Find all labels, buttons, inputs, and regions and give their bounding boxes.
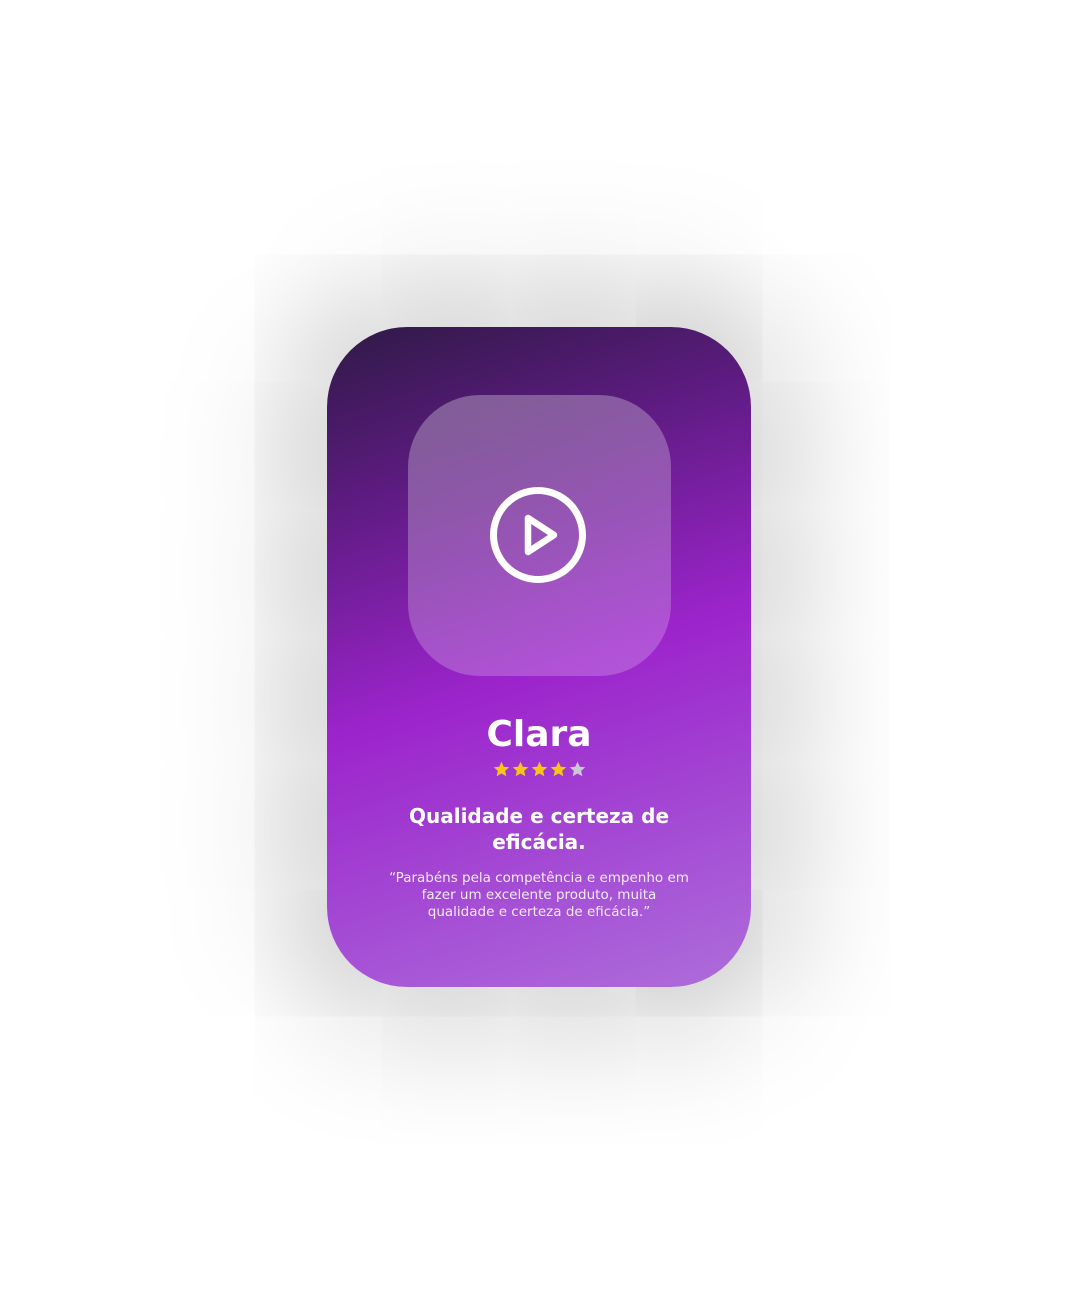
star-filled-icon xyxy=(512,761,528,777)
star-rating xyxy=(327,760,751,779)
testimonial-headline: Qualidade e certeza de eficácia. xyxy=(408,804,670,854)
testimonial-card: Clara Qualidade e certeza de eficácia. “… xyxy=(327,327,751,987)
star-empty-icon xyxy=(569,761,585,777)
testimonial-quote: “Parabéns pela competência e empenho em … xyxy=(389,870,689,920)
reviewer-name: Clara xyxy=(486,714,592,755)
star-filled-icon xyxy=(531,761,547,777)
video-thumbnail[interactable] xyxy=(408,395,671,676)
star-filled-icon xyxy=(493,761,509,777)
star-filled-icon xyxy=(550,761,566,777)
play-circle-icon[interactable] xyxy=(488,485,588,585)
